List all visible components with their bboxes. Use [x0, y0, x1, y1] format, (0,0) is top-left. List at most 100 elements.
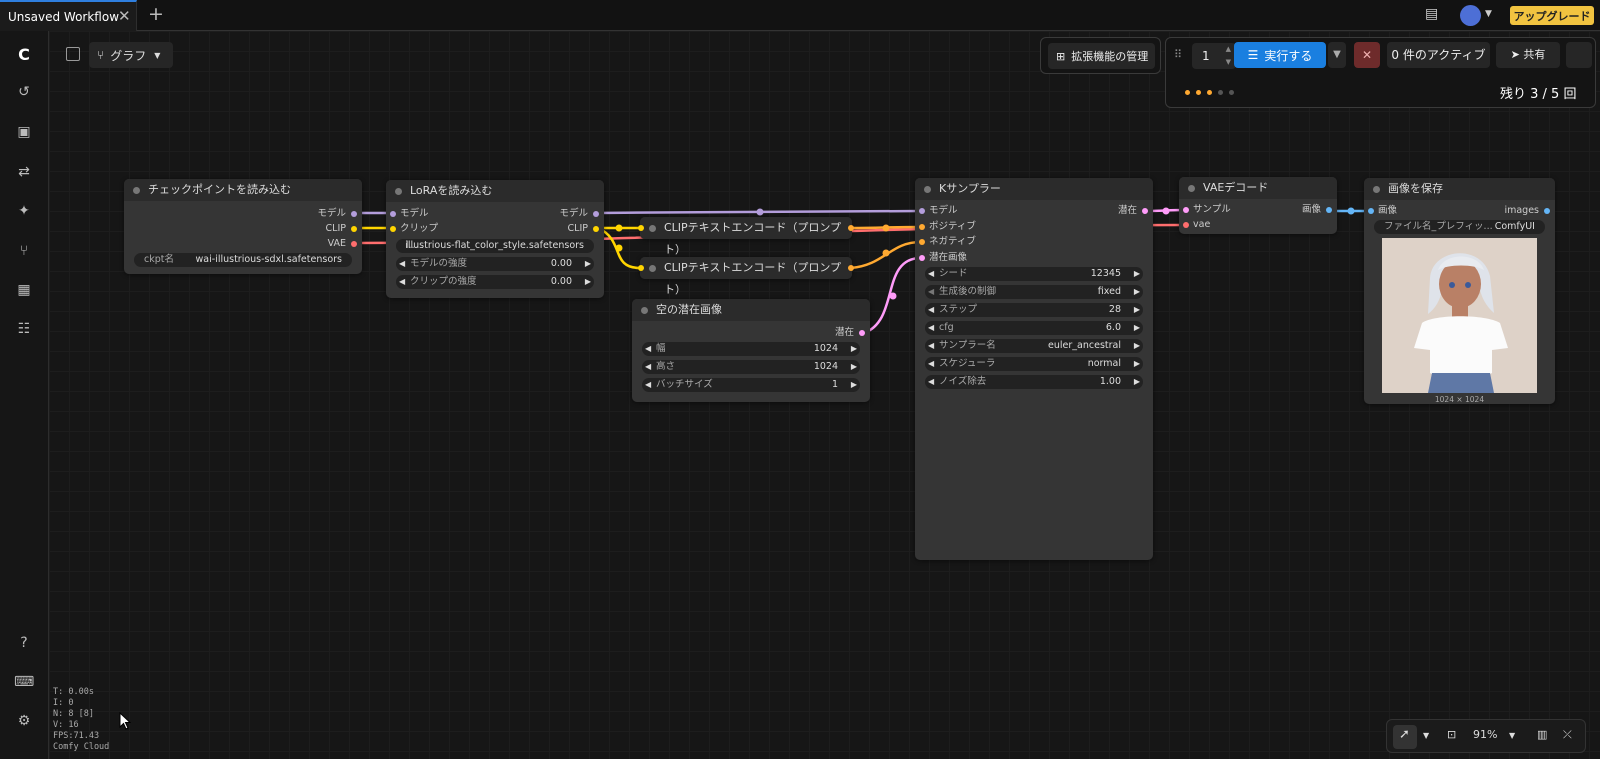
- increment-icon[interactable]: ▶: [851, 342, 857, 356]
- increment-icon[interactable]: ▶: [1134, 375, 1140, 389]
- output-model-dot[interactable]: [351, 211, 357, 217]
- upgrade-button[interactable]: アップグレード: [1510, 6, 1594, 25]
- input-model-dot[interactable]: [919, 208, 925, 214]
- output-latent-dot[interactable]: [1142, 208, 1148, 214]
- node-clip-text-encode-negative[interactable]: CLIPテキストエンコード（プロンプト）: [638, 257, 854, 296]
- share-button[interactable]: ➤ 共有: [1496, 42, 1560, 68]
- node-title[interactable]: LoRAを読み込む: [386, 180, 604, 202]
- decrement-icon[interactable]: ◀: [645, 342, 651, 356]
- control-after-generate-widget[interactable]: ◀ 生成後の制御 fixed ▶: [925, 285, 1143, 299]
- batch-count-input[interactable]: 1 ▲ ▼: [1192, 43, 1236, 69]
- output-conditioning-dot[interactable]: [848, 225, 854, 231]
- model-library-icon[interactable]: ⇄: [14, 164, 34, 184]
- node-vae-decode[interactable]: VAEデコード サンプル vae 画像: [1179, 177, 1337, 234]
- panel-toggle-icon[interactable]: [66, 47, 80, 61]
- decrement-icon[interactable]: ◀: [928, 303, 934, 317]
- node-ksampler[interactable]: Kサンプラー モデル ポジティブ ネガティブ 潜在画像 潜在 ◀ シード 123…: [915, 178, 1153, 560]
- decrement-icon[interactable]: ◀: [645, 360, 651, 374]
- clip-strength-widget[interactable]: ◀ クリップの強度 0.00 ▶: [396, 275, 594, 289]
- node-title[interactable]: チェックポイントを読み込む: [124, 179, 362, 201]
- close-icon[interactable]: ✕: [118, 7, 131, 25]
- run-options-dropdown[interactable]: ▼: [1328, 42, 1346, 68]
- layout-icon[interactable]: ☷: [14, 321, 34, 341]
- input-positive-dot[interactable]: [919, 224, 925, 230]
- input-negative-dot[interactable]: [919, 239, 925, 245]
- input-clip-dot[interactable]: [638, 225, 644, 231]
- decrement-icon[interactable]: ◀: [399, 275, 405, 289]
- tab-unsaved-workflow[interactable]: Unsaved Workflow ✕: [0, 0, 137, 31]
- filename-prefix-widget[interactable]: ファイル名_プレフィッ... ComfyUI: [1374, 220, 1545, 234]
- graph-mode-button[interactable]: ⑂ グラフ ▼: [89, 42, 173, 68]
- manage-extensions-button[interactable]: ⊞ 拡張機能の管理: [1048, 43, 1155, 69]
- width-widget[interactable]: ◀ 幅 1024 ▶: [642, 342, 860, 356]
- zoom-level[interactable]: 91%: [1473, 728, 1497, 741]
- plus-icon[interactable]: +: [148, 3, 164, 25]
- batch-size-widget[interactable]: ◀ バッチサイズ 1 ▶: [642, 378, 860, 392]
- run-button[interactable]: ☰ 実行する: [1234, 42, 1326, 68]
- output-images-dot[interactable]: [1544, 208, 1550, 214]
- input-model-dot[interactable]: [390, 211, 396, 217]
- ckpt-name-widget[interactable]: ckpt名 wai-illustrious-sdxl.safetensors: [134, 253, 352, 267]
- stepper-icon[interactable]: ▲ ▼: [1226, 43, 1231, 69]
- decrement-icon[interactable]: ◀: [928, 375, 934, 389]
- model-strength-widget[interactable]: ◀ モデルの強度 0.00 ▶: [396, 257, 594, 271]
- settings-gear-icon[interactable]: ⚙: [14, 713, 34, 733]
- input-samples-dot[interactable]: [1183, 207, 1189, 213]
- output-image-dot[interactable]: [1326, 207, 1332, 213]
- history-icon[interactable]: ↺: [14, 84, 34, 104]
- lora-name-widget[interactable]: l... illustrious-flat_color_style.safete…: [396, 239, 594, 253]
- increment-icon[interactable]: ▶: [851, 360, 857, 374]
- output-conditioning-dot[interactable]: [848, 265, 854, 271]
- workflows-icon[interactable]: ⑂: [14, 243, 34, 263]
- node-title[interactable]: VAEデコード: [1179, 177, 1337, 199]
- node-title[interactable]: CLIPテキストエンコード（プロンプト）: [640, 257, 852, 296]
- node-checkpoint-loader[interactable]: チェックポイントを読み込む モデル CLIP VAE ckpt名 wai-ill…: [124, 179, 362, 274]
- output-latent-dot[interactable]: [859, 330, 865, 336]
- node-title[interactable]: Kサンプラー: [915, 178, 1153, 200]
- scheduler-widget[interactable]: ◀ スケジューラ normal ▶: [925, 357, 1143, 371]
- sampler-name-widget[interactable]: ◀ サンプラー名 euler_ancestral ▶: [925, 339, 1143, 353]
- templates-icon[interactable]: ▦: [14, 282, 34, 302]
- cfg-widget[interactable]: ◀ cfg 6.0 ▶: [925, 321, 1143, 335]
- output-clip-dot[interactable]: [351, 226, 357, 232]
- decrement-icon[interactable]: ◀: [928, 285, 934, 299]
- input-clip-dot[interactable]: [638, 265, 644, 271]
- increment-icon[interactable]: ▶: [1134, 339, 1140, 353]
- comment-icon[interactable]: ▤: [1425, 6, 1438, 22]
- seed-widget[interactable]: ◀ シード 12345 ▶: [925, 267, 1143, 281]
- drag-handle-icon[interactable]: ⠿: [1174, 48, 1182, 61]
- active-queue-button[interactable]: 0 件のアクティブ: [1387, 42, 1490, 68]
- steps-widget[interactable]: ◀ ステップ 28 ▶: [925, 303, 1143, 317]
- node-title[interactable]: 空の潜在画像: [632, 299, 870, 321]
- node-clip-text-encode-positive[interactable]: CLIPテキストエンコード（プロンプト）: [638, 217, 854, 256]
- increment-icon[interactable]: ▶: [1134, 267, 1140, 281]
- comfy-logo-icon[interactable]: C: [14, 45, 34, 65]
- chevron-down-icon[interactable]: ▼: [1485, 9, 1492, 19]
- increment-icon[interactable]: ▶: [851, 378, 857, 392]
- decrement-icon[interactable]: ◀: [928, 357, 934, 371]
- node-library-icon[interactable]: ✦: [14, 203, 34, 223]
- keyboard-icon[interactable]: ⌨: [14, 674, 34, 694]
- decrement-icon[interactable]: ◀: [928, 321, 934, 335]
- fit-view-icon[interactable]: ⊡: [1447, 728, 1456, 741]
- output-clip-dot[interactable]: [593, 226, 599, 232]
- node-title[interactable]: 画像を保存: [1364, 178, 1555, 200]
- increment-icon[interactable]: ▶: [1134, 285, 1140, 299]
- decrement-icon[interactable]: ◀: [928, 339, 934, 353]
- increment-icon[interactable]: ▶: [1134, 303, 1140, 317]
- chevron-down-icon[interactable]: ▼: [1423, 731, 1429, 740]
- increment-icon[interactable]: ▶: [1134, 321, 1140, 335]
- output-vae-dot[interactable]: [351, 241, 357, 247]
- minimap-icon[interactable]: ▥: [1537, 728, 1547, 741]
- node-lora-loader[interactable]: LoRAを読み込む モデル クリップ モデル CLIP l... illustr…: [386, 180, 604, 298]
- decrement-icon[interactable]: ◀: [645, 378, 651, 392]
- cancel-run-button[interactable]: ✕: [1354, 42, 1380, 68]
- output-model-dot[interactable]: [593, 211, 599, 217]
- decrement-icon[interactable]: ◀: [399, 257, 405, 271]
- hide-links-icon[interactable]: ⤫: [1563, 728, 1572, 742]
- denoise-widget[interactable]: ◀ ノイズ除去 1.00 ▶: [925, 375, 1143, 389]
- generated-image-preview[interactable]: [1382, 238, 1537, 393]
- increment-icon[interactable]: ▶: [585, 275, 591, 289]
- decrement-icon[interactable]: ◀: [928, 267, 934, 281]
- increment-icon[interactable]: ▶: [585, 257, 591, 271]
